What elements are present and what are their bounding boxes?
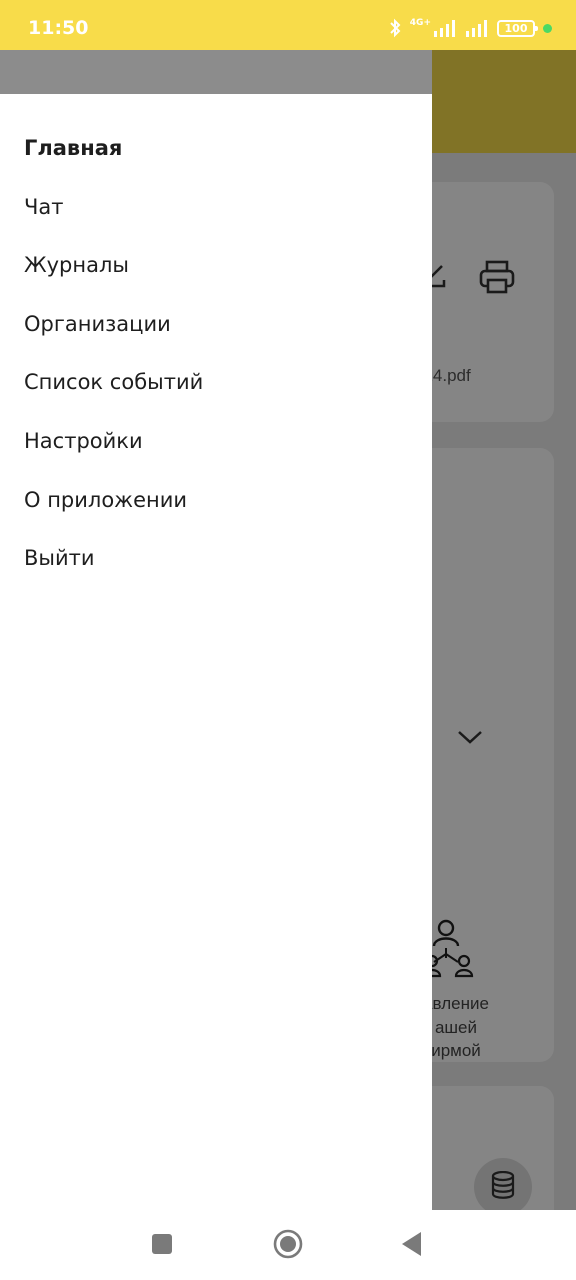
drawer-menu: Главная Чат Журналы Организации Список с…: [0, 124, 432, 593]
menu-item-logout[interactable]: Выйти: [0, 534, 432, 593]
network-type-label: 4G+: [409, 18, 431, 28]
bluetooth-icon: [388, 18, 402, 38]
menu-item-home[interactable]: Главная: [0, 124, 432, 183]
notification-dot: [543, 23, 552, 33]
battery-icon: 100: [497, 19, 538, 37]
signal-icon: [465, 19, 489, 37]
status-time: 11:50: [28, 17, 89, 39]
recent-apps-button[interactable]: [148, 1232, 176, 1260]
menu-item-organizations[interactable]: Организации: [0, 300, 432, 359]
square-icon: [150, 1232, 174, 1261]
status-icons: 4G+ 100: [388, 17, 552, 39]
status-bar: 11:50 4G+ 100: [0, 0, 576, 50]
home-button[interactable]: [273, 1229, 303, 1260]
system-nav-bar: [0, 1210, 576, 1280]
signal-icon: [433, 19, 457, 37]
back-button[interactable]: [398, 1230, 426, 1263]
navigation-drawer: Главная Чат Журналы Организации Список с…: [0, 50, 432, 1210]
back-triangle-icon: [399, 1230, 425, 1263]
menu-item-about[interactable]: О приложении: [0, 476, 432, 535]
menu-item-event-list[interactable]: Список событий: [0, 358, 432, 417]
menu-item-journals[interactable]: Журналы: [0, 241, 432, 300]
drawer-header: [0, 50, 432, 94]
circle-icon: [273, 1229, 303, 1264]
menu-item-chat[interactable]: Чат: [0, 183, 432, 242]
menu-item-settings[interactable]: Настройки: [0, 417, 432, 476]
